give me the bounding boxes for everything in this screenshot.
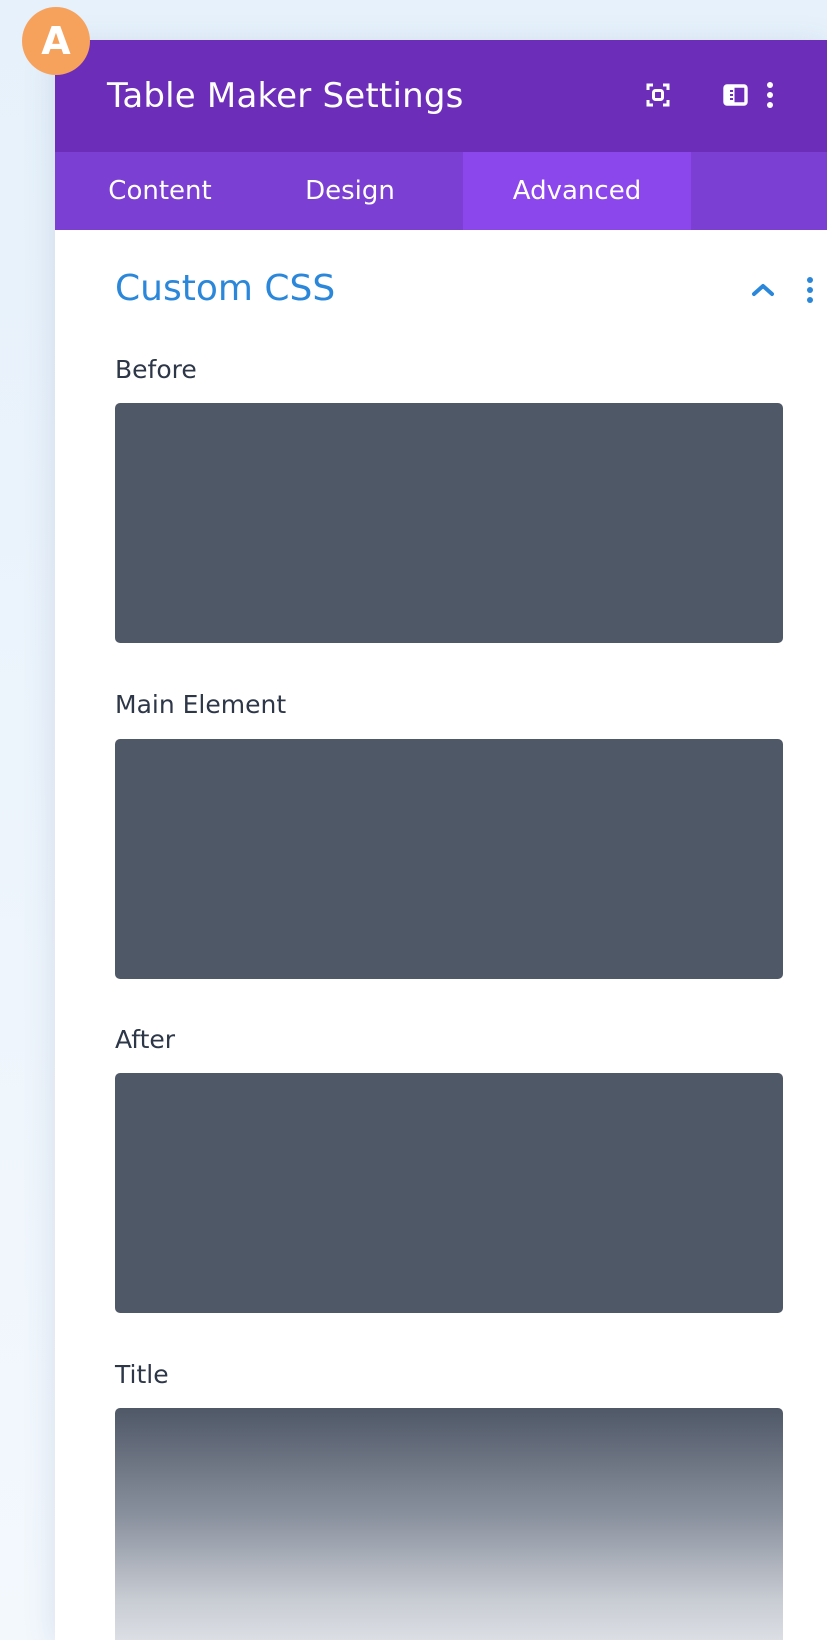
tab-advanced[interactable]: Advanced xyxy=(463,152,691,230)
css-title-input[interactable] xyxy=(115,1408,783,1640)
css-after-input[interactable] xyxy=(115,1073,783,1313)
more-vertical-icon[interactable] xyxy=(755,80,785,115)
tab-design[interactable]: Design xyxy=(255,152,445,230)
field-label-after: After xyxy=(115,1025,176,1054)
section-title-custom-css[interactable]: Custom CSS xyxy=(115,268,335,309)
panel-header: Table Maker Settings xyxy=(55,40,827,152)
css-before-input[interactable] xyxy=(115,403,783,643)
chevron-up-icon[interactable] xyxy=(748,275,778,310)
section-options-icon[interactable] xyxy=(800,275,820,310)
css-main-element-input[interactable] xyxy=(115,739,783,979)
step-badge: A xyxy=(22,7,90,75)
field-label-main-element: Main Element xyxy=(115,690,287,719)
sidebar-toggle-icon[interactable] xyxy=(720,80,750,115)
panel-title: Table Maker Settings xyxy=(107,76,464,116)
field-label-before: Before xyxy=(115,355,197,384)
focus-icon[interactable] xyxy=(643,80,673,115)
settings-panel: Table Maker Settings Content Design Adva… xyxy=(55,40,827,1640)
tab-bar: Content Design Advanced xyxy=(55,152,827,230)
field-label-title: Title xyxy=(115,1360,169,1389)
tab-content[interactable]: Content xyxy=(55,152,265,230)
